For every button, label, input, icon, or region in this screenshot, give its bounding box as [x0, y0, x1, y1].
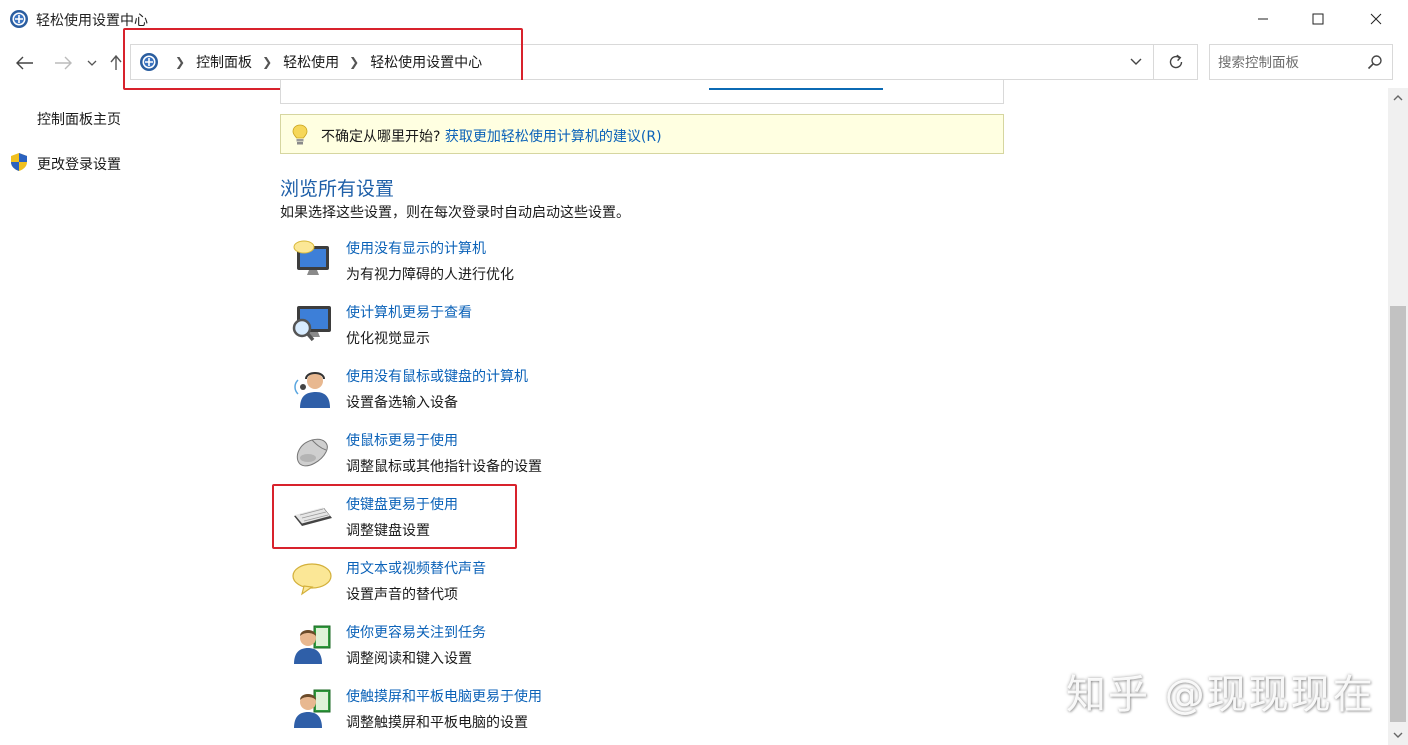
chevron-right-icon[interactable]: ❯ [175, 55, 185, 69]
setting-item-easier-to-see[interactable]: 使计算机更易于查看 优化视觉显示 [286, 302, 786, 358]
setting-item-title[interactable]: 使触摸屏和平板电脑更易于使用 [346, 686, 542, 706]
vertical-scrollbar[interactable] [1388, 88, 1408, 745]
tip-link[interactable]: 获取更加轻松使用计算机的建议(R) [445, 129, 662, 145]
arrow-left-icon [16, 56, 33, 70]
scroll-down-icon[interactable] [1392, 729, 1404, 741]
setting-item-description: 优化视觉显示 [346, 331, 430, 347]
tip-prefix: 不确定从哪里开始? [321, 129, 445, 145]
breadcrumb-control-panel[interactable]: 控制面板 [196, 52, 252, 72]
setting-item-text-video-for-sound[interactable]: 用文本或视频替代声音 设置声音的替代项 [286, 558, 786, 614]
breadcrumb: ❯ 控制面板 ❯ 轻松使用 ❯ 轻松使用设置中心 [165, 45, 482, 79]
forward-button[interactable] [50, 50, 76, 76]
refresh-icon [1169, 54, 1182, 69]
setting-item-title[interactable]: 用文本或视频替代声音 [346, 558, 486, 578]
setting-item-description: 设置备选输入设备 [346, 395, 458, 411]
search-input[interactable] [1218, 53, 1358, 73]
up-button[interactable] [106, 50, 126, 76]
address-bar[interactable]: ❯ 控制面板 ❯ 轻松使用 ❯ 轻松使用设置中心 [130, 44, 1154, 80]
panel-accent-line [709, 88, 883, 90]
setting-item-keyboard[interactable]: 使键盘更易于使用 调整键盘设置 [286, 494, 786, 550]
tip-text: 不确定从哪里开始? 获取更加轻松使用计算机的建议(R) [321, 126, 662, 146]
maximize-icon [1312, 13, 1324, 25]
setting-item-touch-tablet[interactable]: 使触摸屏和平板电脑更易于使用 调整触摸屏和平板电脑的设置 [286, 686, 786, 742]
setting-item-title[interactable]: 使用没有显示的计算机 [346, 238, 486, 258]
monitor-speech-icon [293, 240, 329, 275]
close-icon [1370, 13, 1382, 25]
setting-item-mouse[interactable]: 使鼠标更易于使用 调整鼠标或其他指针设备的设置 [286, 430, 786, 486]
arrow-up-icon [110, 55, 122, 70]
change-login-settings-link[interactable]: 更改登录设置 [37, 154, 121, 174]
setting-item-description: 调整触摸屏和平板电脑的设置 [346, 715, 528, 731]
setting-item-title[interactable]: 使键盘更易于使用 [346, 494, 458, 514]
scroll-up-icon[interactable] [1392, 92, 1404, 104]
chevron-down-icon [87, 60, 97, 66]
minimize-button[interactable] [1240, 0, 1286, 38]
setting-item-title[interactable]: 使用没有鼠标或键盘的计算机 [346, 366, 528, 386]
section-description: 如果选择这些设置，则在每次登录时自动启动这些设置。 [280, 205, 630, 221]
magnifier-monitor-icon [292, 306, 331, 342]
mouse-icon [296, 438, 328, 467]
setting-item-description: 调整阅读和键入设置 [346, 651, 472, 667]
search-icon[interactable] [1367, 54, 1383, 70]
setting-item-title[interactable]: 使鼠标更易于使用 [346, 430, 458, 450]
chevron-right-icon[interactable]: ❯ [349, 55, 359, 69]
arrow-right-icon [55, 56, 72, 70]
maximize-button[interactable] [1295, 0, 1341, 38]
setting-item-description: 调整鼠标或其他指针设备的设置 [346, 459, 542, 475]
headset-user-icon [294, 372, 330, 408]
setting-item-title[interactable]: 使计算机更易于查看 [346, 302, 472, 322]
minimize-icon [1258, 18, 1268, 20]
breadcrumb-ease-of-access-center[interactable]: 轻松使用设置中心 [370, 52, 482, 72]
shield-icon [11, 153, 27, 171]
chevron-right-icon[interactable]: ❯ [262, 55, 272, 69]
setting-item-description: 为有视力障碍的人进行优化 [346, 267, 514, 283]
title-bar: 轻松使用设置中心 [0, 0, 1408, 38]
search-box[interactable] [1209, 44, 1393, 80]
setting-item-no-display[interactable]: 使用没有显示的计算机 为有视力障碍的人进行优化 [286, 238, 786, 294]
window-title: 轻松使用设置中心 [36, 13, 148, 29]
chevron-down-icon[interactable] [1129, 55, 1143, 69]
control-panel-icon [140, 53, 158, 71]
ease-of-access-icon [10, 10, 28, 28]
tip-banner: 不确定从哪里开始? 获取更加轻松使用计算机的建议(R) [280, 114, 1004, 154]
user-tablet-icon [294, 689, 331, 728]
scrollbar-thumb[interactable] [1390, 306, 1406, 722]
setting-item-no-mouse-keyboard[interactable]: 使用没有鼠标或键盘的计算机 设置备选输入设备 [286, 366, 786, 422]
lightbulb-icon [292, 124, 308, 145]
back-button[interactable] [12, 50, 38, 76]
setting-item-description: 设置声音的替代项 [346, 587, 458, 603]
setting-item-description: 调整键盘设置 [346, 523, 430, 539]
setting-item-focus-on-tasks[interactable]: 使你更容易关注到任务 调整阅读和键入设置 [286, 622, 786, 678]
setting-item-title[interactable]: 使你更容易关注到任务 [346, 622, 486, 642]
watermark: 知乎 @现现现在 [1066, 672, 1375, 718]
keyboard-icon [294, 507, 332, 526]
user-book-icon [294, 625, 331, 664]
speech-bubble-icon [292, 563, 332, 596]
refresh-button[interactable] [1154, 44, 1198, 80]
close-button[interactable] [1353, 0, 1399, 38]
breadcrumb-ease-of-access[interactable]: 轻松使用 [283, 52, 339, 72]
control-panel-home-link[interactable]: 控制面板主页 [37, 109, 121, 129]
section-title: 浏览所有设置 [280, 178, 395, 200]
recent-locations-button[interactable] [82, 50, 102, 76]
previous-panel-edge [280, 80, 1004, 104]
